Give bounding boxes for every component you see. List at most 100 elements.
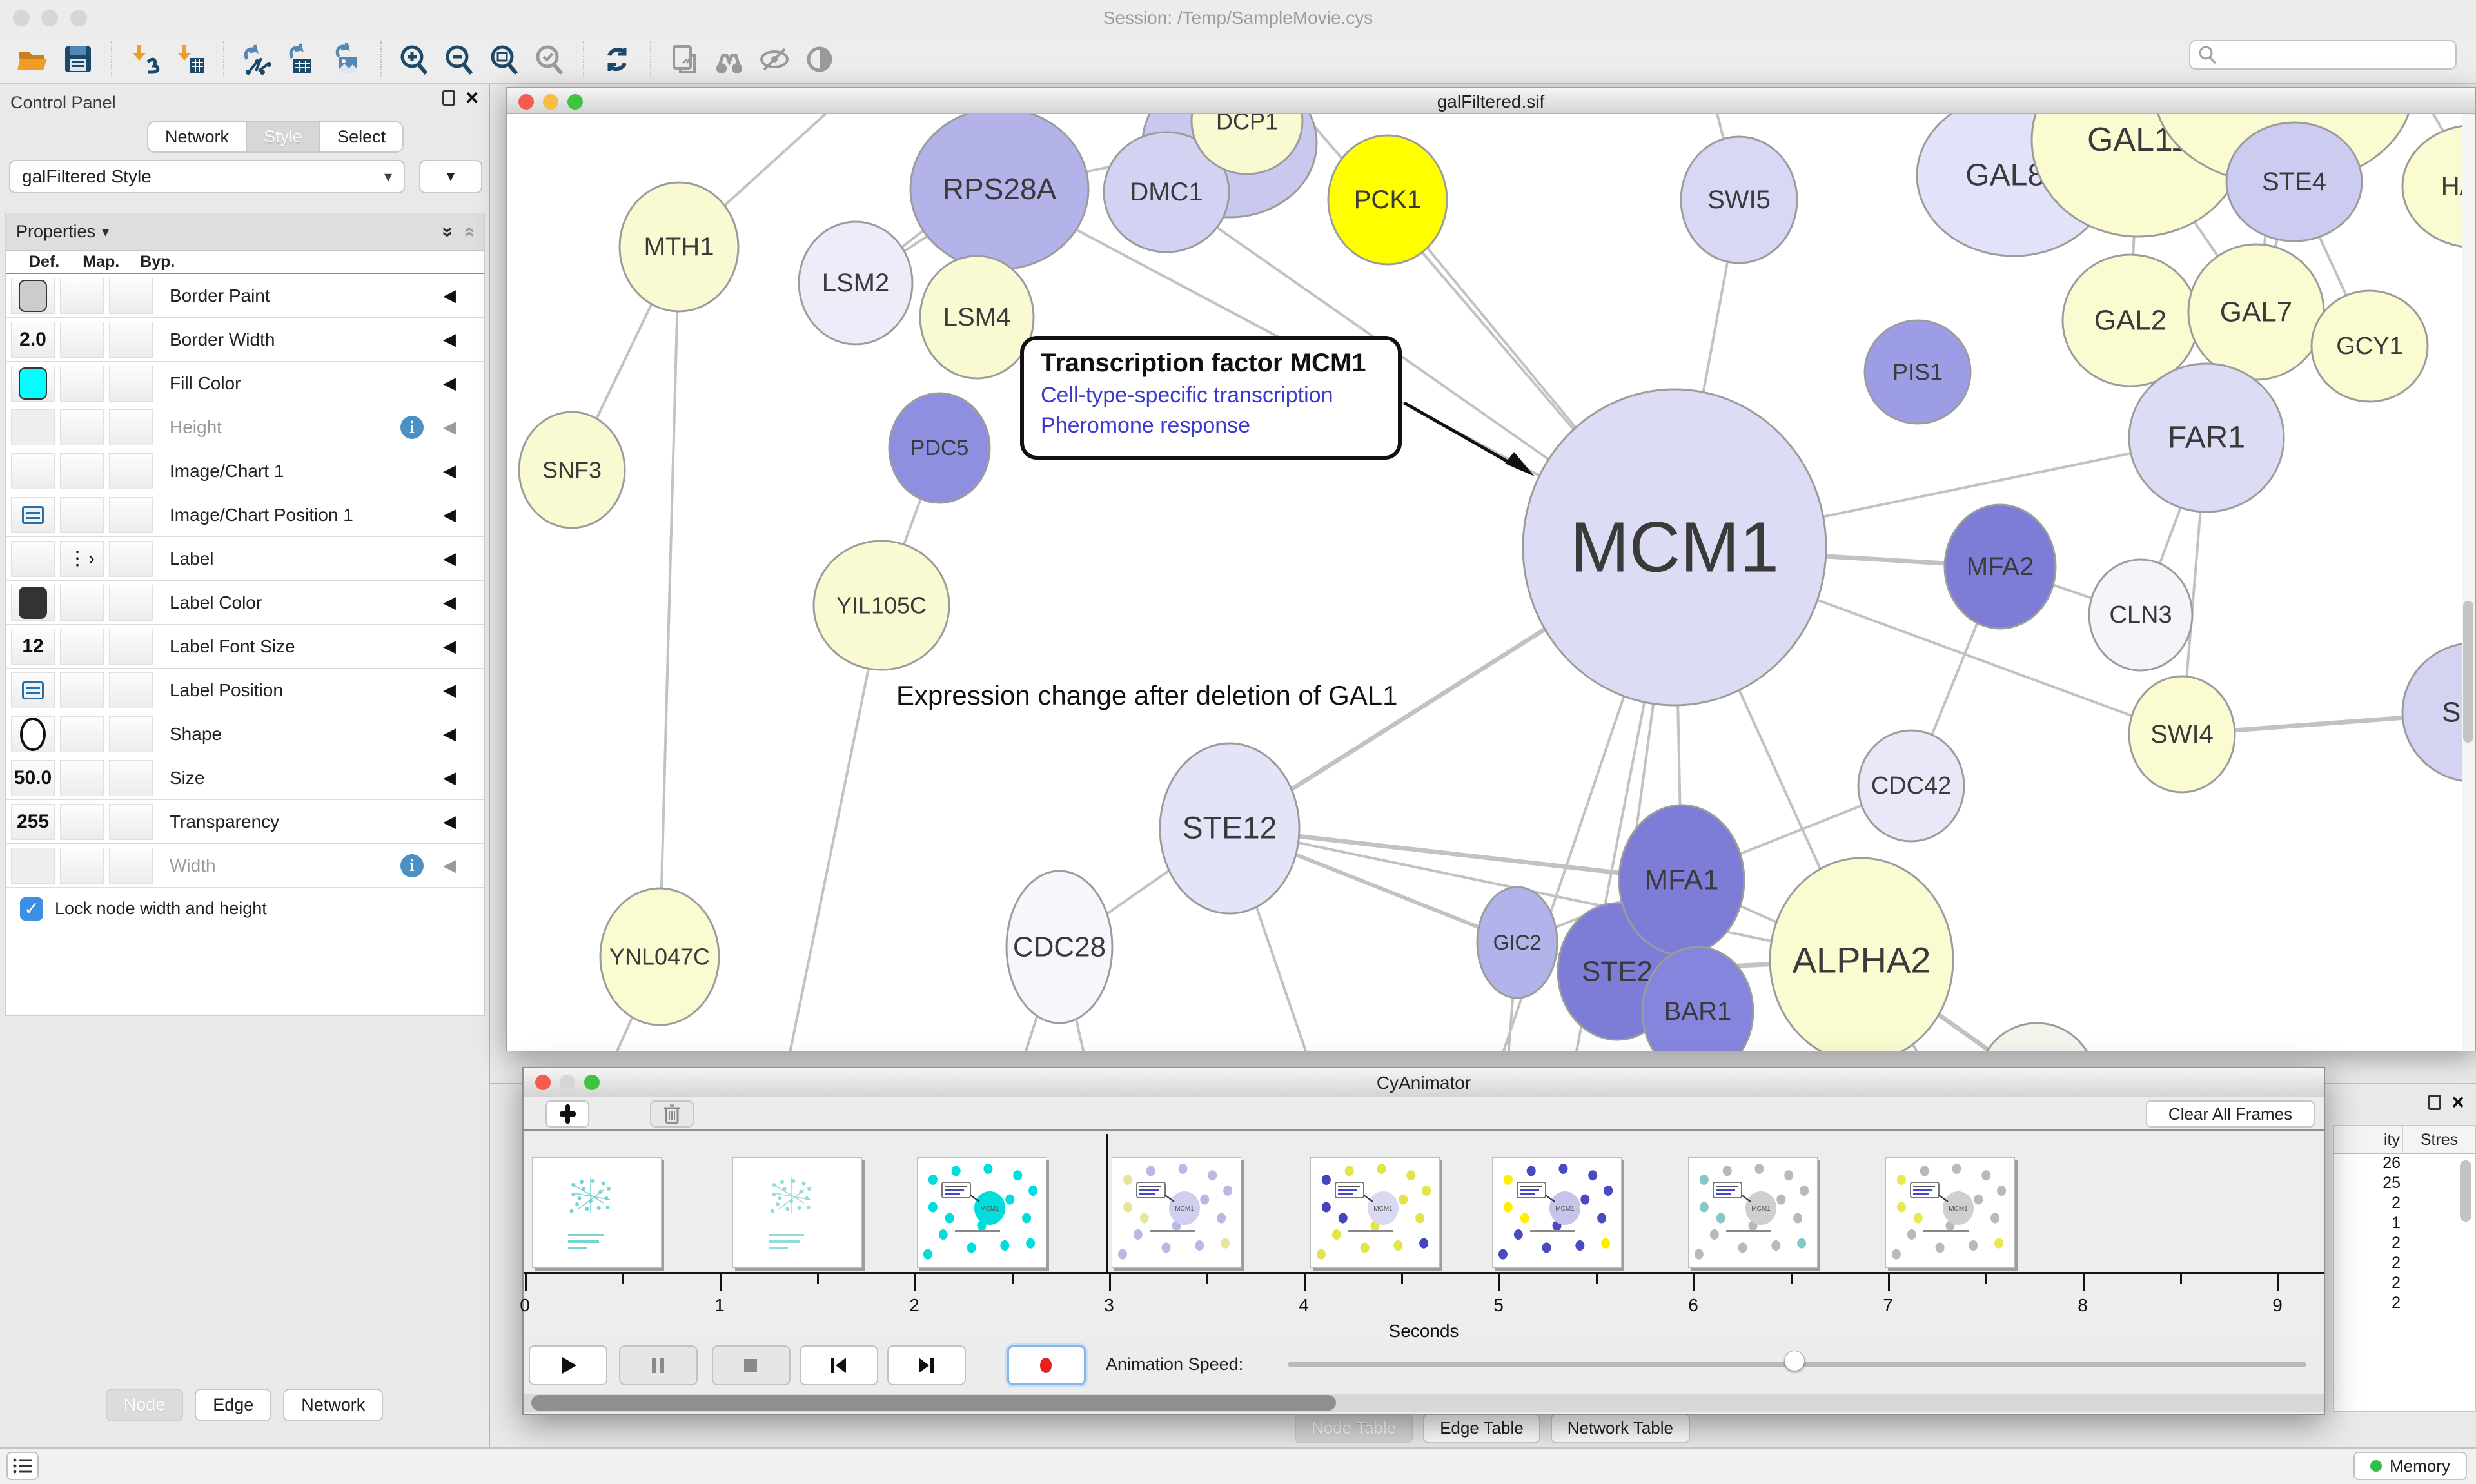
bypass-cell[interactable] xyxy=(109,629,153,665)
default-value-cell[interactable]: 12 xyxy=(11,629,55,665)
delete-frame-button[interactable] xyxy=(650,1100,694,1128)
property-row-transparency[interactable]: 255Transparency◀ xyxy=(6,800,484,844)
copy-icon[interactable] xyxy=(665,41,703,78)
expand-row-icon[interactable]: ◀ xyxy=(443,373,456,393)
style-options-button[interactable]: ▾ xyxy=(419,160,482,193)
table-column-header[interactable]: Stres xyxy=(2403,1126,2475,1153)
table-row[interactable]: 2 xyxy=(2334,1294,2475,1314)
default-value-cell[interactable] xyxy=(11,409,55,445)
import-table-icon[interactable] xyxy=(172,41,209,78)
default-value-cell[interactable] xyxy=(11,497,55,533)
skip-end-button[interactable] xyxy=(887,1345,966,1385)
network-node-ste12[interactable]: STE12 xyxy=(1160,743,1299,913)
cyanimator-horizontal-scrollbar[interactable] xyxy=(524,1394,2324,1412)
property-row-size[interactable]: 50.0Size◀ xyxy=(6,756,484,800)
property-row-label-position[interactable]: Label Position◀ xyxy=(6,669,484,712)
table-row[interactable]: 2 xyxy=(2334,1234,2475,1254)
bypass-cell[interactable] xyxy=(109,453,153,489)
search-network-icon[interactable] xyxy=(711,41,748,78)
bypass-cell[interactable] xyxy=(109,497,153,533)
network-node-gal7[interactable]: GAL7 xyxy=(2188,244,2324,380)
mapping-cell[interactable] xyxy=(60,585,104,621)
network-canvas[interactable]: RPS28ADMC1DCP1MTH1LSM2LSM4PCK1SWI5GAL80G… xyxy=(507,114,2475,1051)
tab-network-style[interactable]: Network xyxy=(283,1389,383,1421)
property-row-height[interactable]: Heighti◀ xyxy=(6,405,484,449)
tab-network[interactable]: Network xyxy=(148,122,247,151)
expand-row-icon[interactable]: ◀ xyxy=(443,505,456,525)
network-node-gic2[interactable]: GIC2 xyxy=(1477,887,1557,998)
network-node-cdc28[interactable]: CDC28 xyxy=(1007,871,1112,1023)
network-node-mfa1[interactable]: MFA1 xyxy=(1619,805,1744,955)
mapping-cell[interactable] xyxy=(60,760,104,796)
network-node-lsm2[interactable]: LSM2 xyxy=(799,222,912,344)
annotation-link[interactable]: Pheromone response xyxy=(1041,413,1381,438)
zoom-out-icon[interactable] xyxy=(441,41,478,78)
property-row-shape[interactable]: Shape◀ xyxy=(6,712,484,756)
property-row-image-chart-position-1[interactable]: Image/Chart Position 1◀ xyxy=(6,493,484,537)
table-row[interactable]: 26 xyxy=(2334,1154,2475,1174)
float-panel-icon[interactable] xyxy=(442,90,455,106)
network-node-swi5[interactable]: SWI5 xyxy=(1681,137,1797,263)
mapping-cell[interactable]: ⋮› xyxy=(60,541,104,577)
bypass-cell[interactable] xyxy=(109,672,153,708)
table-scrollbar[interactable] xyxy=(2460,1160,2473,1405)
add-frame-button[interactable] xyxy=(545,1100,589,1128)
export-image-icon[interactable] xyxy=(329,41,366,78)
export-network-icon[interactable] xyxy=(239,41,276,78)
network-node-rps28a[interactable]: RPS28A xyxy=(910,114,1088,269)
default-value-cell[interactable] xyxy=(11,716,55,752)
expand-row-icon[interactable]: ◀ xyxy=(443,812,456,832)
record-button[interactable] xyxy=(1007,1345,1086,1385)
contrast-icon[interactable] xyxy=(801,41,838,78)
property-row-border-width[interactable]: 2.0Border Width◀ xyxy=(6,318,484,362)
mapping-cell[interactable] xyxy=(60,366,104,402)
bypass-cell[interactable] xyxy=(109,848,153,884)
network-node-mfa2[interactable]: MFA2 xyxy=(1945,505,2056,629)
pause-button[interactable] xyxy=(619,1345,698,1385)
table-row[interactable]: 1 xyxy=(2334,1214,2475,1234)
network-node-gcy1[interactable]: GCY1 xyxy=(2312,291,2428,402)
timeline-frame-5[interactable]: MCM1 xyxy=(1310,1157,1440,1268)
tab-edge[interactable]: Edge xyxy=(195,1389,271,1421)
expand-row-icon[interactable]: ◀ xyxy=(443,855,456,875)
network-node-lsm4[interactable]: LSM4 xyxy=(920,256,1034,378)
network-node-gal2[interactable]: GAL2 xyxy=(2063,255,2198,386)
close-panel-icon[interactable]: × xyxy=(466,90,478,106)
mapping-cell[interactable] xyxy=(60,804,104,840)
mapping-cell[interactable] xyxy=(60,497,104,533)
expand-row-icon[interactable]: ◀ xyxy=(443,724,456,744)
properties-header[interactable]: Properties xyxy=(16,222,95,242)
expand-all-icon[interactable]: » xyxy=(437,226,458,237)
property-row-fill-color[interactable]: Fill Color◀ xyxy=(6,362,484,405)
network-node-cln3[interactable]: CLN3 xyxy=(2089,560,2192,670)
expand-row-icon[interactable]: ◀ xyxy=(443,286,456,306)
annotation-link[interactable]: Cell-type-specific transcription xyxy=(1041,383,1381,408)
mapping-cell[interactable] xyxy=(60,672,104,708)
stop-button[interactable] xyxy=(712,1345,791,1385)
network-edge[interactable] xyxy=(660,247,679,957)
bypass-cell[interactable] xyxy=(109,278,153,314)
mapping-cell[interactable] xyxy=(60,322,104,358)
mapping-cell[interactable] xyxy=(60,453,104,489)
network-node-pck1[interactable]: PCK1 xyxy=(1328,135,1447,264)
network-node-pdc5[interactable]: PDC5 xyxy=(889,393,990,503)
cyanimator-timeline[interactable]: MCM1MCM1MCM1MCM1MCM1MCM1 0123456789 Seco… xyxy=(524,1133,2324,1343)
default-value-cell[interactable] xyxy=(11,848,55,884)
bypass-cell[interactable] xyxy=(109,804,153,840)
hide-icon[interactable] xyxy=(756,41,793,78)
timeline-frame-7[interactable]: MCM1 xyxy=(1688,1157,1818,1268)
network-vertical-scrollbar[interactable] xyxy=(2462,114,2475,1051)
float-panel-icon[interactable] xyxy=(2428,1095,2441,1110)
search-box[interactable] xyxy=(2189,40,2457,70)
collapse-all-icon[interactable]: » xyxy=(458,226,480,237)
expand-row-icon[interactable]: ◀ xyxy=(443,549,456,569)
timeline-frame-2[interactable] xyxy=(732,1157,862,1268)
bypass-cell[interactable] xyxy=(109,760,153,796)
bypass-cell[interactable] xyxy=(109,585,153,621)
mapping-cell[interactable] xyxy=(60,278,104,314)
info-icon[interactable]: i xyxy=(400,416,424,439)
bypass-cell[interactable] xyxy=(109,541,153,577)
export-table-icon[interactable] xyxy=(284,41,321,78)
table-column-header[interactable]: ity xyxy=(2334,1126,2403,1153)
property-row-label-font-size[interactable]: 12Label Font Size◀ xyxy=(6,625,484,669)
